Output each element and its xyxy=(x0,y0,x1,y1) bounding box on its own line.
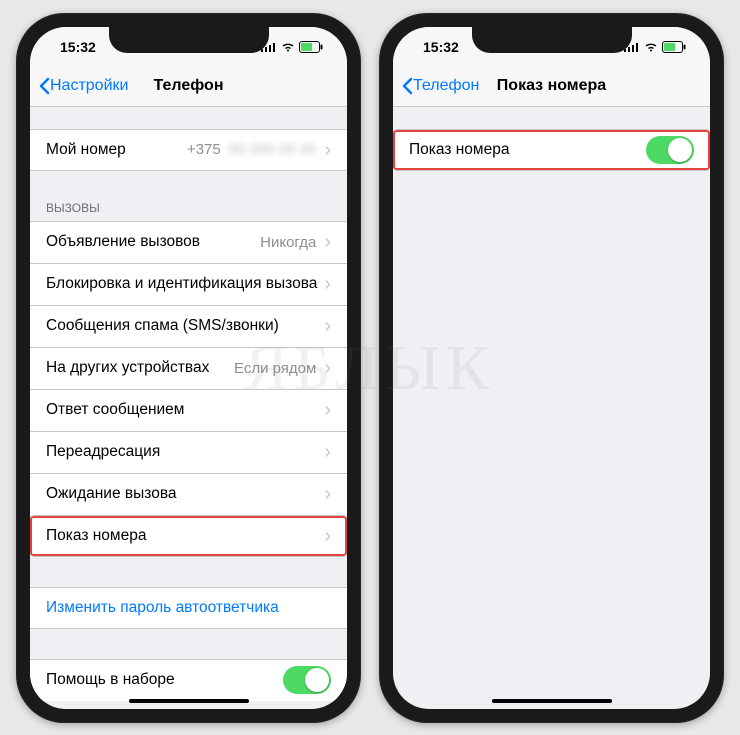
row-label: Сообщения спама (SMS/звонки) xyxy=(46,317,279,335)
battery-icon xyxy=(299,41,323,53)
row-caller-id[interactable]: Показ номера › xyxy=(30,515,347,557)
row-label: На других устройствах xyxy=(46,359,209,377)
settings-content: Мой номер +375 00 000 00 00 › ВЫЗОВЫ Объ… xyxy=(30,129,347,709)
screen-left: 15:32 Настройки Телефон Мой номер +375 xyxy=(30,27,347,709)
home-indicator[interactable] xyxy=(129,699,249,703)
nav-bar: Телефон Показ номера xyxy=(393,67,710,107)
chevron-left-icon xyxy=(401,77,413,95)
page-title: Телефон xyxy=(154,77,224,95)
status-time: 15:32 xyxy=(423,39,459,55)
toggle-dial-assist[interactable] xyxy=(283,666,331,694)
nav-bar: Настройки Телефон xyxy=(30,67,347,107)
row-label: Ответ сообщением xyxy=(46,401,184,419)
chevron-right-icon: › xyxy=(324,400,331,420)
wifi-icon xyxy=(644,42,658,52)
chevron-right-icon: › xyxy=(324,316,331,336)
screen-right: 15:32 Телефон Показ номера Показ номера xyxy=(393,27,710,709)
status-indicators xyxy=(624,41,686,53)
group-calls: ВЫЗОВЫ Объявление вызовов Никогда › Блок… xyxy=(30,201,347,557)
my-number-prefix: +375 xyxy=(187,141,221,158)
page-title: Показ номера xyxy=(497,77,606,95)
row-label: Объявление вызовов xyxy=(46,233,200,251)
notch xyxy=(472,27,632,53)
home-indicator[interactable] xyxy=(492,699,612,703)
row-label: Изменить пароль автоответчика xyxy=(46,599,279,617)
row-announce-calls[interactable]: Объявление вызовов Никогда › xyxy=(30,221,347,263)
group-my-number: Мой номер +375 00 000 00 00 › xyxy=(30,129,347,171)
chevron-right-icon: › xyxy=(324,442,331,462)
group-caller-id: Показ номера xyxy=(393,129,710,171)
row-label: Блокировка и идентификация вызова xyxy=(46,275,317,293)
row-dial-assist[interactable]: Помощь в наборе xyxy=(30,659,347,701)
chevron-right-icon: › xyxy=(324,232,331,252)
chevron-right-icon: › xyxy=(324,358,331,378)
row-label: Ожидание вызова xyxy=(46,485,177,503)
row-label: Показ номера xyxy=(46,527,146,545)
phone-frame-right: 15:32 Телефон Показ номера Показ номера xyxy=(379,13,724,723)
settings-content: Показ номера xyxy=(393,129,710,171)
back-button[interactable]: Настройки xyxy=(38,77,128,95)
group-voicemail: Изменить пароль автоответчика xyxy=(30,587,347,629)
group-header-calls: ВЫЗОВЫ xyxy=(30,201,347,221)
wifi-icon xyxy=(281,42,295,52)
row-call-waiting[interactable]: Ожидание вызова › xyxy=(30,473,347,515)
back-button[interactable]: Телефон xyxy=(401,77,479,95)
phone-frame-left: 15:32 Настройки Телефон Мой номер +375 xyxy=(16,13,361,723)
row-label: Показ номера xyxy=(409,141,509,159)
row-label: Мой номер xyxy=(46,141,126,159)
status-indicators xyxy=(261,41,323,53)
row-caller-id-toggle[interactable]: Показ номера xyxy=(393,129,710,171)
row-reply-message[interactable]: Ответ сообщением › xyxy=(30,389,347,431)
my-number-blurred: 00 000 00 00 xyxy=(229,141,317,158)
row-my-number[interactable]: Мой номер +375 00 000 00 00 › xyxy=(30,129,347,171)
row-block-id[interactable]: Блокировка и идентификация вызова › xyxy=(30,263,347,305)
row-label: Переадресация xyxy=(46,443,160,461)
chevron-right-icon: › xyxy=(324,140,331,160)
chevron-right-icon: › xyxy=(324,526,331,546)
back-label: Телефон xyxy=(413,77,479,95)
row-value: Если рядом xyxy=(234,360,316,377)
battery-icon xyxy=(662,41,686,53)
chevron-right-icon: › xyxy=(324,274,331,294)
row-value: Никогда xyxy=(260,234,316,251)
row-change-voicemail-password[interactable]: Изменить пароль автоответчика xyxy=(30,587,347,629)
row-forwarding[interactable]: Переадресация › xyxy=(30,431,347,473)
row-label: Помощь в наборе xyxy=(46,671,175,689)
toggle-caller-id[interactable] xyxy=(646,136,694,164)
notch xyxy=(109,27,269,53)
status-time: 15:32 xyxy=(60,39,96,55)
chevron-left-icon xyxy=(38,77,50,95)
row-spam[interactable]: Сообщения спама (SMS/звонки) › xyxy=(30,305,347,347)
back-label: Настройки xyxy=(50,77,128,95)
row-other-devices[interactable]: На других устройствах Если рядом › xyxy=(30,347,347,389)
chevron-right-icon: › xyxy=(324,484,331,504)
